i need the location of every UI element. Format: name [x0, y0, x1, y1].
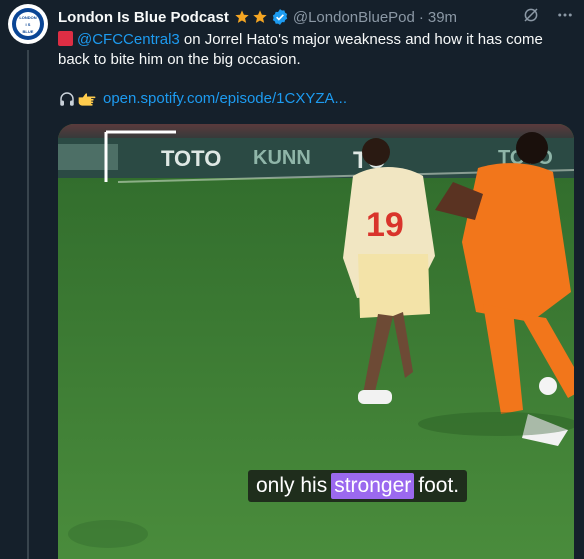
thread-line: [27, 50, 29, 559]
mention-link[interactable]: @CFCCentral3: [77, 31, 180, 48]
tweet-header: London Is Blue Podcast @LondonBluePod · …: [58, 7, 457, 27]
red-square-icon: [58, 31, 73, 46]
separator-dot: ·: [418, 8, 424, 26]
header-actions: [522, 6, 574, 29]
author-handle[interactable]: @LondonBluePod: [293, 9, 415, 26]
grok-icon[interactable]: [522, 6, 540, 29]
more-icon[interactable]: [556, 6, 574, 29]
video-player[interactable]: TOTO KUNN TO TOTO 19 only his: [58, 124, 574, 559]
video-caption: only his stronger foot.: [248, 470, 468, 502]
author-name[interactable]: London Is Blue Podcast: [58, 9, 229, 26]
jersey-number: 19: [366, 206, 404, 244]
svg-text:BLUE: BLUE: [23, 29, 34, 34]
svg-text:LONDON: LONDON: [19, 15, 36, 20]
star-icon: [234, 9, 250, 25]
tweet-text: @CFCCentral3 on Jorrel Hato's major weak…: [58, 30, 574, 70]
board-text: TOTO: [161, 146, 221, 171]
link-line: open.spotify.com/episode/1CXYZA...: [58, 89, 347, 109]
verified-icon[interactable]: [271, 8, 289, 26]
caption-highlight: stronger: [331, 473, 415, 499]
caption-text: only his: [256, 474, 328, 497]
spotify-link[interactable]: open.spotify.com/episode/1CXYZA...: [103, 89, 347, 109]
star-icon: [252, 9, 268, 25]
board-text: KUNN: [253, 147, 311, 169]
avatar-logo: LONDON I S BLUE: [9, 5, 47, 43]
caption-text: foot.: [418, 474, 460, 497]
svg-text:I S: I S: [26, 22, 31, 27]
timestamp[interactable]: 39m: [428, 9, 457, 26]
headphones-icon: [58, 90, 76, 108]
pointing-hand-icon: [77, 90, 97, 108]
avatar[interactable]: LONDON I S BLUE: [8, 4, 48, 44]
